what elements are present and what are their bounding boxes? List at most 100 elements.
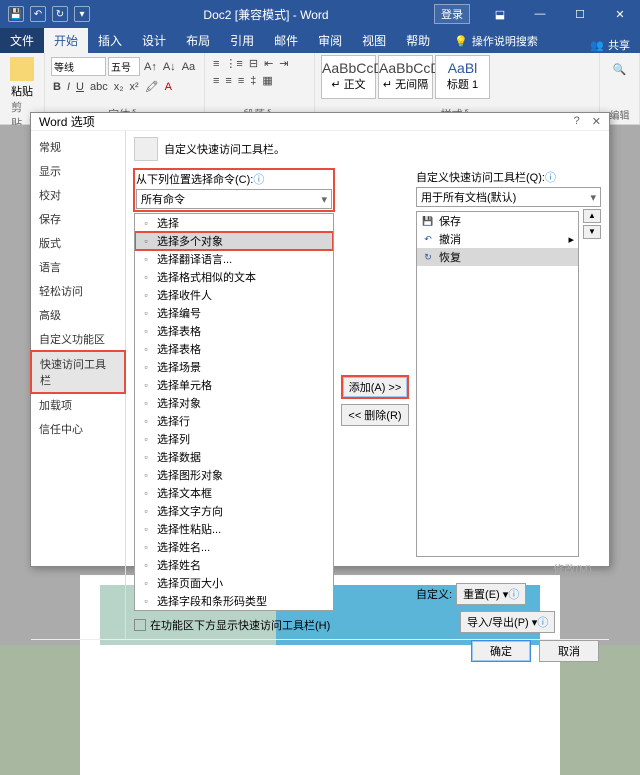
command-item[interactable]: ▫选择翻译语言...	[135, 250, 333, 268]
command-item[interactable]: ▫选择对象	[135, 394, 333, 412]
share-button[interactable]: 👥 共享	[590, 37, 640, 53]
dialog-close-icon[interactable]: ✕	[592, 115, 601, 128]
align-center-icon[interactable]: ≡	[223, 75, 233, 87]
command-item[interactable]: ▫选择性粘贴...	[135, 520, 333, 538]
sidebar-item-addins[interactable]: 加载项	[31, 393, 125, 417]
show-below-ribbon-checkbox[interactable]: 在功能区下方显示快速访问工具栏(H)	[134, 617, 334, 633]
tab-review[interactable]: 审阅	[308, 28, 352, 53]
tab-layout[interactable]: 布局	[176, 28, 220, 53]
command-item[interactable]: ▫选择字段和条形码类型	[135, 592, 333, 610]
italic-icon[interactable]: I	[65, 81, 72, 93]
qat-current-listbox[interactable]: 💾保存↶撤消▸↻恢复	[416, 211, 579, 557]
move-up-button[interactable]: ▲	[583, 209, 601, 223]
command-item[interactable]: ▫选择姓名	[135, 556, 333, 574]
minimize-icon[interactable]: —	[520, 0, 560, 28]
help-icon[interactable]: ?	[574, 115, 580, 128]
line-spacing-icon[interactable]: ‡	[248, 75, 258, 87]
bullets-icon[interactable]: ≡	[211, 58, 221, 70]
tab-references[interactable]: 引用	[220, 28, 264, 53]
command-item[interactable]: ▫选择行	[135, 412, 333, 430]
command-item[interactable]: ▫选择编号	[135, 304, 333, 322]
command-item[interactable]: ▫选择场景	[135, 358, 333, 376]
command-item[interactable]: ▫选择页面大小	[135, 574, 333, 592]
qat-item[interactable]: 💾保存	[417, 212, 578, 230]
paste-button[interactable]: 粘贴	[6, 55, 38, 99]
command-item[interactable]: ▫选择格式相似的文本	[135, 268, 333, 286]
command-item[interactable]: ▫选择	[135, 214, 333, 232]
move-down-button[interactable]: ▼	[583, 225, 601, 239]
strike-icon[interactable]: abc	[88, 81, 110, 93]
highlight-icon[interactable]: 🖍	[143, 80, 161, 93]
redo-icon[interactable]: ↻	[52, 6, 68, 22]
command-item[interactable]: ▫选择多个对象	[135, 232, 333, 250]
style-nospacing[interactable]: AaBbCcD↵ 无间隔	[378, 55, 433, 99]
find-icon[interactable]: 🔍	[606, 63, 633, 76]
sidebar-item-customize-ribbon[interactable]: 自定义功能区	[31, 327, 125, 351]
shrink-font-icon[interactable]: A↓	[161, 61, 178, 73]
font-family-select[interactable]: 等线	[51, 57, 106, 76]
sidebar-item-qat[interactable]: 快速访问工具栏	[31, 351, 125, 393]
customize-qat-combo[interactable]: 用于所有文档(默认)	[416, 187, 601, 207]
sidebar-item-save[interactable]: 保存	[31, 207, 125, 231]
style-heading1[interactable]: AaBl标题 1	[435, 55, 490, 99]
command-item[interactable]: ▫选择姓名...	[135, 538, 333, 556]
tab-home[interactable]: 开始	[44, 28, 88, 53]
change-case-icon[interactable]: Aa	[180, 61, 197, 73]
indent-inc-icon[interactable]: ⇥	[277, 57, 290, 70]
style-normal[interactable]: AaBbCcD↵ 正文	[321, 55, 376, 99]
tab-insert[interactable]: 插入	[88, 28, 132, 53]
tab-file[interactable]: 文件	[0, 28, 44, 53]
tab-design[interactable]: 设计	[132, 28, 176, 53]
sidebar-item-trust[interactable]: 信任中心	[31, 417, 125, 441]
underline-icon[interactable]: U	[74, 81, 86, 93]
command-item[interactable]: ▫选择单元格	[135, 376, 333, 394]
font-size-select[interactable]: 五号	[108, 57, 140, 76]
numbering-icon[interactable]: ⋮≡	[223, 57, 244, 70]
sidebar-item-typography[interactable]: 版式	[31, 231, 125, 255]
ok-button[interactable]: 确定	[471, 640, 531, 662]
command-item[interactable]: ▫选择表格	[135, 340, 333, 358]
shading-icon[interactable]: ▦	[260, 74, 274, 87]
command-item[interactable]: ▫选择表格	[135, 322, 333, 340]
tab-view[interactable]: 视图	[352, 28, 396, 53]
undo-icon[interactable]: ↶	[30, 6, 46, 22]
sidebar-item-general[interactable]: 常规	[31, 135, 125, 159]
qat-item[interactable]: ↶撤消▸	[417, 230, 578, 248]
command-item[interactable]: ▫选择数据	[135, 448, 333, 466]
qat-item[interactable]: ↻恢复	[417, 248, 578, 266]
qat-dropdown-icon[interactable]: ▾	[74, 6, 90, 22]
tell-me-search[interactable]: 💡 操作说明搜索	[444, 29, 548, 53]
tab-help[interactable]: 帮助	[396, 28, 440, 53]
grow-font-icon[interactable]: A↑	[142, 61, 159, 73]
close-icon[interactable]: ✕	[600, 0, 640, 28]
command-item[interactable]: ▫选择图形对象	[135, 466, 333, 484]
align-right-icon[interactable]: ≡	[236, 75, 246, 87]
ribbon-options-icon[interactable]: ⬓	[480, 0, 520, 28]
indent-dec-icon[interactable]: ⇤	[262, 57, 275, 70]
superscript-icon[interactable]: x²	[128, 81, 141, 93]
commands-listbox[interactable]: ▫选择▫选择多个对象▫选择翻译语言...▫选择格式相似的文本▫选择收件人▫选择编…	[134, 213, 334, 611]
subscript-icon[interactable]: x₂	[112, 81, 126, 93]
reset-button[interactable]: 重置(E) ▾ⓘ	[456, 583, 526, 605]
bold-icon[interactable]: B	[51, 81, 63, 93]
sidebar-item-proofing[interactable]: 校对	[31, 183, 125, 207]
align-left-icon[interactable]: ≡	[211, 75, 221, 87]
command-item[interactable]: ▫选择收件人	[135, 286, 333, 304]
remove-button[interactable]: << 删除(R)	[341, 404, 408, 426]
add-button[interactable]: 添加(A) >>	[342, 376, 409, 398]
multilevel-icon[interactable]: ⊟	[247, 57, 260, 70]
save-icon[interactable]: 💾	[8, 6, 24, 22]
sidebar-item-display[interactable]: 显示	[31, 159, 125, 183]
import-export-button[interactable]: 导入/导出(P) ▾ⓘ	[460, 611, 555, 633]
sidebar-item-ease[interactable]: 轻松访问	[31, 279, 125, 303]
command-item[interactable]: ▫选择列	[135, 430, 333, 448]
command-item[interactable]: ▫选择文本框	[135, 484, 333, 502]
cancel-button[interactable]: 取消	[539, 640, 599, 662]
sidebar-item-advanced[interactable]: 高级	[31, 303, 125, 327]
command-item[interactable]: ▫选择文字方向	[135, 502, 333, 520]
styles-gallery[interactable]: AaBbCcD↵ 正文 AaBbCcD↵ 无间隔 AaBl标题 1	[321, 55, 593, 99]
sidebar-item-language[interactable]: 语言	[31, 255, 125, 279]
maximize-icon[interactable]: ☐	[560, 0, 600, 28]
choose-commands-combo[interactable]: 所有命令	[136, 189, 332, 209]
tab-mailings[interactable]: 邮件	[264, 28, 308, 53]
